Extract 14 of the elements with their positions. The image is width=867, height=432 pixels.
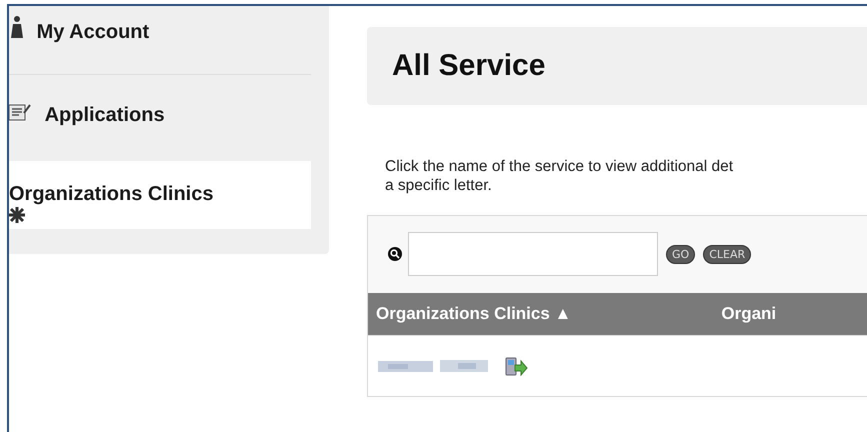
sidebar-item[interactable]: My Account xyxy=(9,6,311,75)
search-action-button[interactable]: GO xyxy=(666,244,696,264)
column-header[interactable]: Organizations Clinics ▲ xyxy=(368,304,572,324)
search-icon xyxy=(388,247,402,261)
sidebar-item[interactable]: Organizations Clinics xyxy=(9,161,311,229)
phone-arrow-icon[interactable] xyxy=(504,355,528,377)
column-header[interactable]: Organi xyxy=(571,304,776,324)
intro-text: Click the name of the service to view additional det a specific letter. xyxy=(385,157,734,195)
person-icon xyxy=(11,16,23,38)
search-action-button[interactable]: CLEAR xyxy=(703,244,752,264)
search-field[interactable] xyxy=(408,232,658,276)
page-title: All Service xyxy=(392,49,546,83)
sidebar-item[interactable]: Applications xyxy=(9,75,311,161)
asterisk-icon xyxy=(9,207,25,223)
